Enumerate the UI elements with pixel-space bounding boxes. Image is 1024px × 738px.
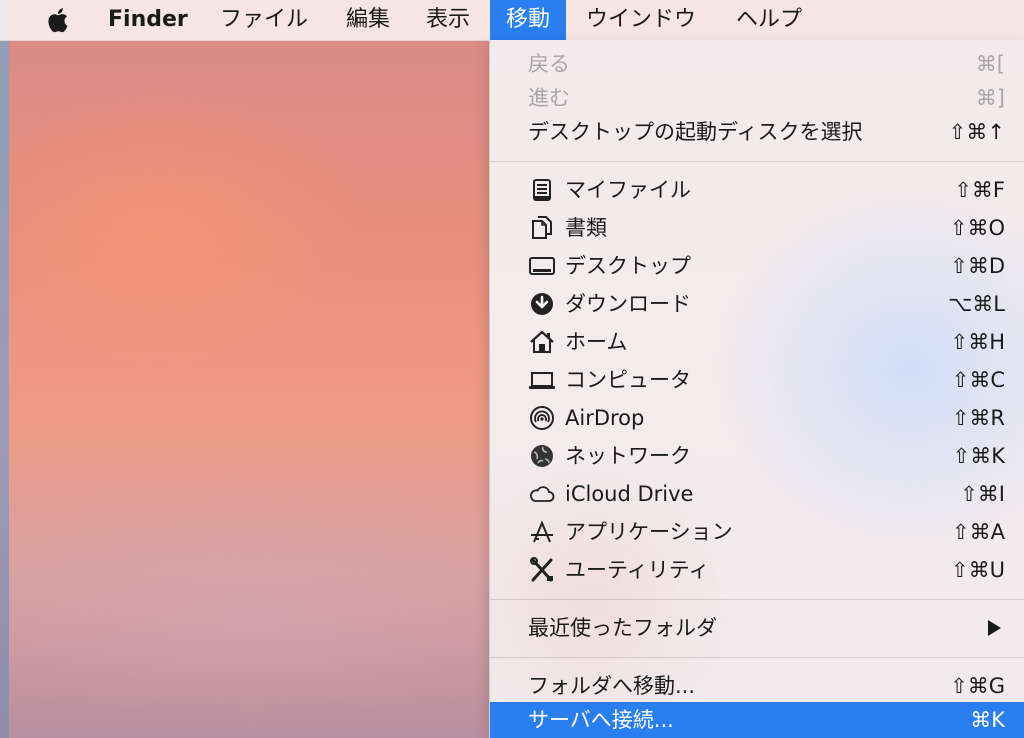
menu-item-label: デスクトップの起動ディスクを選択: [528, 120, 863, 144]
documents-icon: [528, 215, 556, 241]
menu-item-shortcut: ⇧⌘G: [950, 674, 1005, 698]
menu-item-shortcut: ⇧⌘F: [954, 178, 1005, 202]
computer-icon: [528, 367, 556, 393]
menu-item-label: ユーティリティ: [565, 558, 710, 582]
menu-item-desktop[interactable]: デスクトップ ⇧⌘D: [490, 248, 1024, 284]
menu-bar: Finder ファイル 編集 表示 移動 ウインドウ ヘルプ: [0, 0, 1024, 41]
menu-item-home[interactable]: ホーム ⇧⌘H: [490, 324, 1024, 360]
menu-item-shortcut: ⇧⌘A: [952, 520, 1005, 544]
menu-help[interactable]: ヘルプ: [736, 0, 802, 40]
menu-item-shortcut: ⇧⌘O: [949, 216, 1005, 240]
network-icon: [528, 443, 556, 469]
menu-item-connect-to-server[interactable]: サーバへ接続... ⌘K: [490, 702, 1024, 738]
menu-item-shortcut: ⇧⌘I: [960, 482, 1005, 506]
menu-item-startup-disk[interactable]: デスクトップの起動ディスクを選択 ⇧⌘↑: [490, 114, 1024, 150]
menu-file[interactable]: ファイル: [220, 0, 308, 40]
menu-item-shortcut: ⇧⌘H: [950, 330, 1005, 354]
menu-item-label: 戻る: [528, 52, 570, 76]
all-files-icon: [528, 177, 556, 203]
icloud-icon: [528, 481, 556, 507]
desktop-left-edge: [0, 0, 9, 738]
menu-item-shortcut: ⌘[: [975, 52, 1005, 76]
menu-item-shortcut: ⇧⌘K: [952, 444, 1005, 468]
menu-edit[interactable]: 編集: [346, 0, 390, 40]
apple-menu-icon[interactable]: [44, 6, 74, 34]
home-icon: [528, 329, 556, 355]
submenu-arrow-icon: [988, 620, 1001, 636]
go-menu-dropdown: 戻る ⌘[ 進む ⌘] デスクトップの起動ディスクを選択 ⇧⌘↑ マイファイル …: [489, 40, 1024, 738]
menu-item-label: 最近使ったフォルダ: [528, 616, 717, 640]
menu-item-label: AirDrop: [565, 406, 645, 430]
menu-item-label: ホーム: [565, 330, 628, 354]
airdrop-icon: [528, 405, 556, 431]
menu-item-label: ダウンロード: [565, 292, 691, 316]
utilities-icon: [528, 557, 556, 583]
menu-item-shortcut: ⇧⌘D: [950, 254, 1005, 278]
menu-item-shortcut: ⇧⌘↑: [948, 120, 1005, 144]
menu-item-documents[interactable]: 書類 ⇧⌘O: [490, 210, 1024, 246]
desktop-icon: [528, 253, 556, 279]
menu-item-shortcut: ⌘K: [970, 708, 1005, 732]
menu-item-shortcut: ⇧⌘C: [951, 368, 1005, 392]
download-icon: [528, 291, 556, 317]
menu-item-network[interactable]: ネットワーク ⇧⌘K: [490, 438, 1024, 474]
menu-separator: [490, 599, 1024, 600]
menu-separator: [490, 657, 1024, 658]
menu-item-label: 進む: [528, 86, 570, 110]
menu-item-recent-folders[interactable]: 最近使ったフォルダ: [490, 610, 1024, 646]
menu-item-label: 書類: [565, 216, 607, 240]
menu-item-shortcut: ⌘]: [975, 86, 1005, 110]
menu-item-back[interactable]: 戻る ⌘[: [490, 46, 1024, 82]
menu-item-go-to-folder[interactable]: フォルダへ移動... ⇧⌘G: [490, 668, 1024, 704]
menu-item-downloads[interactable]: ダウンロード ⌥⌘L: [490, 286, 1024, 322]
menu-item-shortcut: ⇧⌘U: [951, 558, 1005, 582]
menu-view[interactable]: 表示: [426, 0, 470, 40]
applications-icon: [528, 519, 556, 545]
menu-item-label: サーバへ接続...: [528, 708, 674, 732]
menu-item-label: ネットワーク: [565, 444, 691, 468]
menu-finder[interactable]: Finder: [108, 0, 188, 40]
menu-item-label: コンピュータ: [565, 368, 691, 392]
menu-item-label: マイファイル: [565, 178, 691, 202]
menu-go[interactable]: 移動: [490, 0, 567, 40]
menu-item-shortcut: ⌥⌘L: [948, 292, 1005, 316]
menu-item-label: デスクトップ: [565, 254, 691, 278]
menu-item-applications[interactable]: アプリケーション ⇧⌘A: [490, 514, 1024, 550]
menu-item-icloud-drive[interactable]: iCloud Drive ⇧⌘I: [490, 476, 1024, 512]
menu-item-label: フォルダへ移動...: [528, 674, 696, 698]
menu-item-airdrop[interactable]: AirDrop ⇧⌘R: [490, 400, 1024, 436]
menu-item-label: iCloud Drive: [565, 482, 694, 506]
menu-item-all-files[interactable]: マイファイル ⇧⌘F: [490, 172, 1024, 208]
menu-item-computer[interactable]: コンピュータ ⇧⌘C: [490, 362, 1024, 398]
menu-item-utilities[interactable]: ユーティリティ ⇧⌘U: [490, 552, 1024, 588]
menu-item-label: アプリケーション: [565, 520, 733, 544]
menu-item-forward[interactable]: 進む ⌘]: [490, 80, 1024, 116]
menu-item-shortcut: ⇧⌘R: [951, 406, 1005, 430]
menu-separator: [490, 161, 1024, 162]
menu-window[interactable]: ウインドウ: [586, 0, 696, 40]
